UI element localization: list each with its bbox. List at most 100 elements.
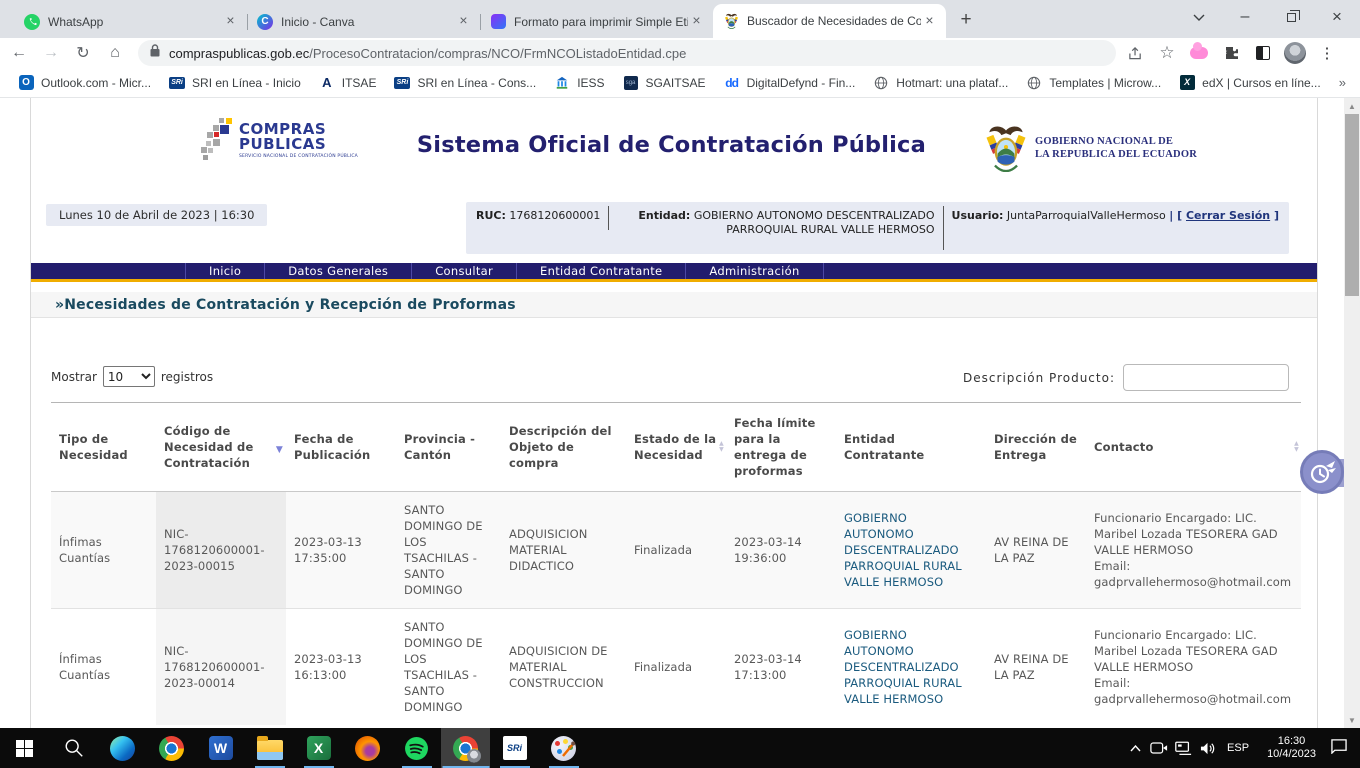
sort-desc-icon[interactable]: ▼: [276, 442, 283, 458]
home-button[interactable]: ⌂: [102, 40, 128, 66]
windows-logo-icon: [16, 740, 33, 757]
labels-icon: [490, 14, 506, 30]
entidad-link[interactable]: GOBIERNO AUTONOMO DESCENTRALIZADO PARROQ…: [844, 511, 962, 589]
col-fecha-publicacion[interactable]: Fecha de Publicación: [286, 403, 396, 492]
nav-datos-generales[interactable]: Datos Generales: [265, 263, 412, 279]
descripcion-producto-input[interactable]: [1123, 364, 1289, 391]
tab-labels[interactable]: Formato para imprimir Simple Eti ×: [480, 5, 713, 38]
taskbar-clock[interactable]: 16:30 10/4/2023: [1267, 735, 1316, 761]
action-center-icon[interactable]: [1330, 738, 1348, 759]
bookmark-digitaldefynd[interactable]: ddDigitalDefynd - Fin...: [716, 71, 864, 95]
lock-icon: [150, 44, 160, 62]
mostrar-label: Mostrar: [51, 370, 97, 384]
bookmark-edx[interactable]: XedX | Cursos en líne...: [1171, 71, 1329, 95]
reading-list-icon[interactable]: [1250, 40, 1276, 66]
tab-canva[interactable]: C Inicio - Canva ×: [247, 5, 480, 38]
meet-now-icon[interactable]: [1147, 728, 1171, 768]
start-button[interactable]: [0, 728, 49, 768]
registros-label: registros: [161, 370, 213, 384]
bookmark-sgaitsae[interactable]: sgaSGAITSAE: [615, 71, 714, 95]
taskbar-paint[interactable]: [539, 728, 588, 768]
col-contacto[interactable]: Contacto ▲▼: [1086, 403, 1301, 492]
nav-administracion[interactable]: Administración: [686, 263, 823, 279]
bookmark-itsae[interactable]: AITSAE: [311, 71, 385, 95]
extensions-puzzle-icon[interactable]: [1218, 40, 1244, 66]
col-entidad-contratante[interactable]: Entidad Contratante: [836, 403, 986, 492]
bookmarks-overflow-icon[interactable]: »: [1339, 75, 1352, 90]
nav-entidad-contratante[interactable]: Entidad Contratante: [517, 263, 686, 279]
usuario-field: Usuario: JuntaParroquialValleHermoso | […: [952, 206, 1279, 250]
tab-whatsapp[interactable]: WhatsApp ×: [14, 5, 247, 38]
tab-buscador-necesidades[interactable]: Buscador de Necesidades de Con ×: [713, 4, 946, 38]
floating-timer-widget[interactable]: [1300, 450, 1344, 494]
bookmark-outlook[interactable]: OOutlook.com - Micr...: [10, 71, 159, 95]
sort-both-icon[interactable]: ▲▼: [1294, 441, 1299, 453]
itsae-icon: A: [319, 75, 335, 91]
bookmark-hotmart[interactable]: Hotmart: una plataf...: [865, 71, 1016, 95]
bookmark-templates[interactable]: Templates | Microw...: [1018, 71, 1169, 95]
col-fecha-limite[interactable]: Fecha límite para la entrega de proforma…: [726, 403, 836, 492]
close-icon[interactable]: ×: [222, 13, 239, 30]
scroll-down-icon[interactable]: ▼: [1344, 712, 1360, 728]
tray-chevron-up-icon[interactable]: [1123, 728, 1147, 768]
browser-menu-icon[interactable]: ⋮: [1314, 40, 1340, 66]
close-icon[interactable]: ×: [688, 13, 705, 30]
forward-button[interactable]: →: [38, 40, 64, 66]
taskbar-search[interactable]: [49, 728, 98, 768]
page-size-select[interactable]: 10: [103, 366, 155, 387]
url-text: compraspublicas.gob.ec/ProcesoContrataci…: [169, 46, 686, 61]
col-codigo-necesidad[interactable]: Código de Necesidad de Contratación▼: [156, 403, 286, 492]
col-provincia-canton[interactable]: Provincia - Cantón: [396, 403, 501, 492]
reload-button[interactable]: ↻: [70, 40, 96, 66]
taskbar-word[interactable]: W: [196, 728, 245, 768]
share-icon[interactable]: [1122, 40, 1148, 66]
nav-inicio[interactable]: Inicio: [186, 263, 265, 279]
bookmark-star-icon[interactable]: ☆: [1154, 40, 1180, 66]
nav-consultar[interactable]: Consultar: [412, 263, 517, 279]
close-icon[interactable]: ×: [921, 13, 938, 30]
language-indicator[interactable]: ESP: [1227, 742, 1249, 754]
search-icon: [63, 737, 85, 759]
scroll-up-icon[interactable]: ▲: [1344, 98, 1360, 114]
bookmark-sri-inicio[interactable]: SRiSRI en Línea - Inicio: [161, 71, 309, 95]
address-bar[interactable]: compraspublicas.gob.ec/ProcesoContrataci…: [138, 40, 1116, 66]
taskbar-edge[interactable]: [98, 728, 147, 768]
table-row: Ínfimas Cuantías NIC-1768120600001-2023-…: [51, 609, 1301, 726]
section-title-strip: »Necesidades de Contratación y Recepción…: [31, 292, 1317, 318]
col-tipo-necesidad[interactable]: Tipo de Necesidad: [51, 403, 156, 492]
taskbar-sri[interactable]: SRi: [490, 728, 539, 768]
cell-contacto: Funcionario Encargado: LIC. Maribel Loza…: [1086, 609, 1301, 726]
cell-provincia: SANTO DOMINGO DE LOS TSACHILAS - SANTO D…: [396, 492, 501, 609]
taskbar-chrome[interactable]: [147, 728, 196, 768]
back-button[interactable]: ←: [6, 40, 32, 66]
col-descripcion-objeto[interactable]: Descripción del Objeto de compra: [501, 403, 626, 492]
tab-search-chevron-icon[interactable]: [1176, 0, 1222, 34]
winged-clock-icon[interactable]: [1300, 450, 1344, 494]
entidad-link[interactable]: GOBIERNO AUTONOMO DESCENTRALIZADO PARROQ…: [844, 628, 962, 706]
logout-link[interactable]: | [ Cerrar Sesión ]: [1169, 209, 1279, 222]
network-icon[interactable]: [1171, 728, 1195, 768]
taskbar-spotify[interactable]: [392, 728, 441, 768]
taskbar-chrome-active[interactable]: [441, 728, 490, 768]
tab-title: WhatsApp: [48, 15, 222, 29]
sort-both-icon[interactable]: ▲▼: [719, 441, 724, 453]
new-tab-button[interactable]: +: [952, 7, 980, 35]
bookmark-sri-consultas[interactable]: SRiSRI en Línea - Cons...: [386, 71, 544, 95]
taskbar-excel[interactable]: X: [294, 728, 343, 768]
col-direccion-entrega[interactable]: Dirección de Entrega: [986, 403, 1086, 492]
volume-icon[interactable]: [1195, 728, 1219, 768]
cell-estado: Finalizada: [626, 609, 726, 726]
profile-avatar[interactable]: [1282, 40, 1308, 66]
weather-extension-icon[interactable]: [1186, 40, 1212, 66]
taskbar-firefox[interactable]: [343, 728, 392, 768]
minimize-button[interactable]: –: [1222, 0, 1268, 34]
bookmark-iess[interactable]: IESS: [546, 71, 612, 95]
scrollbar-thumb[interactable]: [1345, 114, 1359, 296]
page-scrollbar[interactable]: ▲ ▼: [1344, 98, 1360, 728]
col-estado-necesidad[interactable]: Estado de la Necesidad ▲▼: [626, 403, 726, 492]
taskbar-file-explorer[interactable]: [245, 728, 294, 768]
close-icon[interactable]: ×: [455, 13, 472, 30]
restore-button[interactable]: [1268, 0, 1314, 34]
close-window-button[interactable]: ×: [1314, 0, 1360, 34]
sri-icon: SRi: [169, 75, 185, 91]
